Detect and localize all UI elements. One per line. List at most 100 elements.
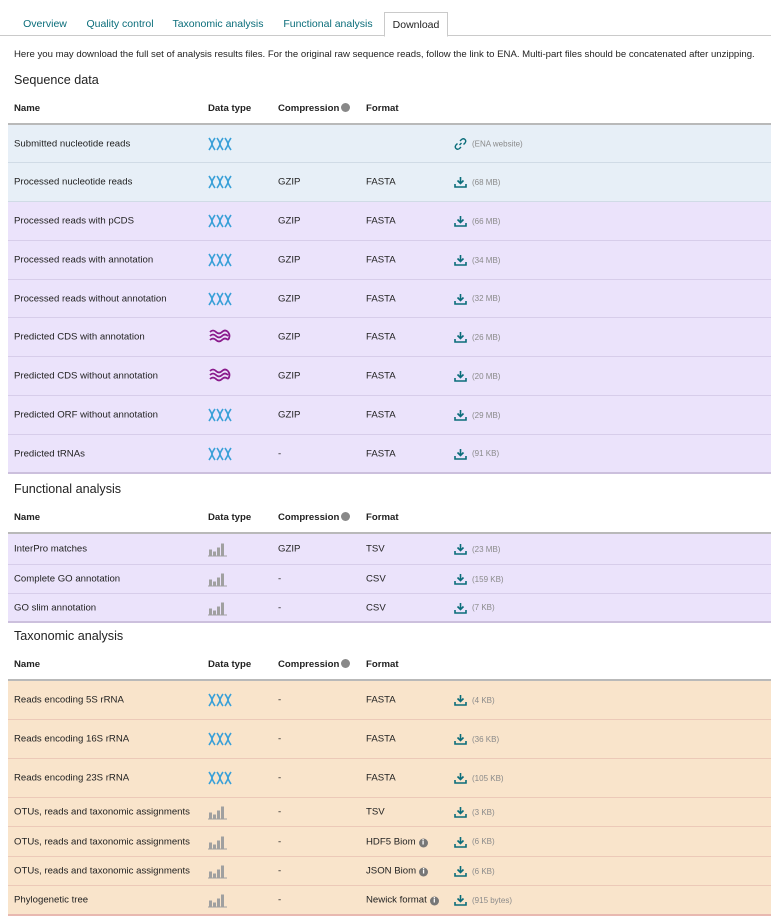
download-link[interactable]: (159 KB) bbox=[454, 573, 504, 585]
tab-functional-analysis[interactable]: Functional analysis bbox=[275, 12, 381, 36]
ena-link[interactable]: (ENA website) bbox=[454, 137, 523, 150]
taxonomic-section-title: Taxonomic analysis bbox=[14, 629, 124, 643]
file-size: (7 KB) bbox=[472, 603, 495, 612]
download-button[interactable] bbox=[454, 370, 467, 382]
download-link[interactable]: (29 MB) bbox=[454, 409, 500, 421]
data-type bbox=[208, 805, 228, 820]
file-name: OTUs, reads and taxonomic assignments bbox=[14, 865, 190, 877]
download-button[interactable] bbox=[454, 865, 467, 877]
column-header-compression-label: Compression bbox=[278, 103, 340, 114]
file-name: Reads encoding 23S rRNA bbox=[14, 772, 130, 784]
dna-icon bbox=[208, 447, 232, 460]
data-type bbox=[208, 408, 232, 422]
tab-quality-control[interactable]: Quality control bbox=[78, 12, 162, 36]
download-button[interactable] bbox=[454, 602, 467, 614]
file-name: Predicted tRNAs bbox=[14, 448, 85, 459]
compression-info-icon[interactable] bbox=[341, 103, 351, 112]
compression-value: GZIP bbox=[278, 254, 301, 266]
compression-value: GZIP bbox=[278, 293, 301, 304]
column-header-format-label: Format bbox=[366, 659, 399, 670]
table-row: Phylogenetic tree - Newick format i (915 b… bbox=[8, 886, 771, 916]
compression-value: - bbox=[278, 836, 282, 847]
format-info-icon[interactable]: i bbox=[429, 896, 439, 906]
download-icon bbox=[454, 807, 467, 818]
data-type bbox=[208, 834, 228, 849]
column-header-name-label: Name bbox=[14, 659, 41, 670]
column-header-format-label: Format bbox=[366, 103, 399, 114]
download-button[interactable] bbox=[454, 215, 467, 227]
download-link[interactable]: (26 MB) bbox=[454, 331, 500, 343]
download-link[interactable]: (915 bytes) bbox=[454, 894, 512, 906]
tab-download[interactable]: Download bbox=[384, 12, 448, 37]
data-type bbox=[208, 137, 232, 151]
column-header-format: Format bbox=[366, 103, 399, 114]
column-header-compression: Compression bbox=[278, 103, 351, 114]
table-row: Reads encoding 23S rRNA - FASTA (105 KB) bbox=[8, 759, 771, 798]
column-header-compression: Compression bbox=[278, 659, 351, 670]
download-link[interactable]: (66 MB) bbox=[454, 215, 500, 227]
download-link[interactable]: (105 KB) bbox=[454, 772, 504, 784]
tab-overview[interactable]: Overview bbox=[14, 12, 76, 36]
download-link[interactable]: (36 KB) bbox=[454, 733, 499, 745]
download-button[interactable] bbox=[454, 894, 467, 906]
file-name: InterPro matches bbox=[14, 543, 88, 555]
bar-chart-icon bbox=[208, 894, 227, 908]
format-label: Newick format bbox=[366, 894, 427, 906]
download-link[interactable]: (7 KB) bbox=[454, 602, 495, 614]
functional-table-header: Name Data type Compression Format bbox=[8, 502, 771, 534]
download-button[interactable] bbox=[454, 448, 467, 460]
download-link[interactable]: (23 MB) bbox=[454, 543, 500, 555]
download-link[interactable]: (20 MB) bbox=[454, 370, 500, 382]
bar-chart-icon bbox=[208, 573, 227, 587]
download-icon bbox=[454, 866, 467, 877]
download-button[interactable] bbox=[454, 772, 467, 784]
functional-section-title: Functional analysis bbox=[14, 482, 122, 496]
compression-info-icon[interactable] bbox=[341, 659, 351, 668]
format-value: FASTA bbox=[366, 733, 396, 745]
download-button[interactable] bbox=[454, 806, 467, 818]
table-row: OTUs, reads and taxonomic assignments - J… bbox=[8, 857, 771, 886]
download-button[interactable] bbox=[454, 331, 467, 343]
format-label: JSON Biom bbox=[366, 865, 417, 877]
download-link[interactable]: (91 KB) bbox=[454, 448, 499, 460]
format-info-icon[interactable]: i bbox=[418, 838, 428, 847]
download-link[interactable]: (6 KB) bbox=[454, 836, 495, 848]
file-size: (26 MB) bbox=[472, 332, 501, 342]
download-button[interactable] bbox=[454, 409, 467, 421]
format-value: FASTA bbox=[366, 694, 396, 706]
external-link-button[interactable] bbox=[454, 137, 467, 150]
download-link[interactable]: (3 KB) bbox=[454, 806, 495, 818]
file-size: (91 KB) bbox=[472, 449, 500, 458]
column-header-format-label: Format bbox=[366, 512, 399, 523]
download-button[interactable] bbox=[454, 694, 467, 706]
download-button[interactable] bbox=[454, 573, 467, 585]
column-header-name: Name bbox=[14, 659, 40, 670]
file-size: (159 KB) bbox=[472, 574, 504, 584]
download-link[interactable]: (4 KB) bbox=[454, 694, 495, 706]
download-icon bbox=[454, 895, 467, 906]
data-type bbox=[208, 572, 228, 587]
download-link[interactable]: (34 MB) bbox=[454, 254, 500, 266]
format-label: HDF5 Biom bbox=[366, 836, 416, 847]
download-button[interactable] bbox=[454, 733, 467, 745]
table-row: GO slim annotation - CSV (7 KB) bbox=[8, 594, 771, 623]
compression-value: GZIP bbox=[278, 409, 301, 421]
download-button[interactable] bbox=[454, 293, 467, 305]
table-row: InterPro matches GZIP TSV (23 MB) bbox=[8, 534, 771, 565]
column-header-name-label: Name bbox=[14, 103, 41, 114]
tab-taxonomic-analysis[interactable]: Taxonomic analysis bbox=[165, 12, 271, 36]
compression-value: GZIP bbox=[278, 543, 301, 555]
download-button[interactable] bbox=[454, 254, 467, 266]
download-button[interactable] bbox=[454, 836, 467, 848]
download-link[interactable]: (68 MB) bbox=[454, 176, 500, 188]
download-button[interactable] bbox=[454, 543, 467, 555]
download-button[interactable] bbox=[454, 176, 467, 188]
compression-info-icon[interactable] bbox=[341, 512, 351, 521]
data-type bbox=[208, 368, 232, 384]
download-link[interactable]: (32 MB) bbox=[454, 293, 500, 305]
download-link[interactable]: (6 KB) bbox=[454, 865, 495, 877]
format-info-icon[interactable]: i bbox=[419, 867, 429, 877]
file-name: Processed reads without annotation bbox=[14, 293, 167, 304]
compression-value: - bbox=[278, 602, 282, 613]
compression-value: - bbox=[278, 772, 282, 784]
